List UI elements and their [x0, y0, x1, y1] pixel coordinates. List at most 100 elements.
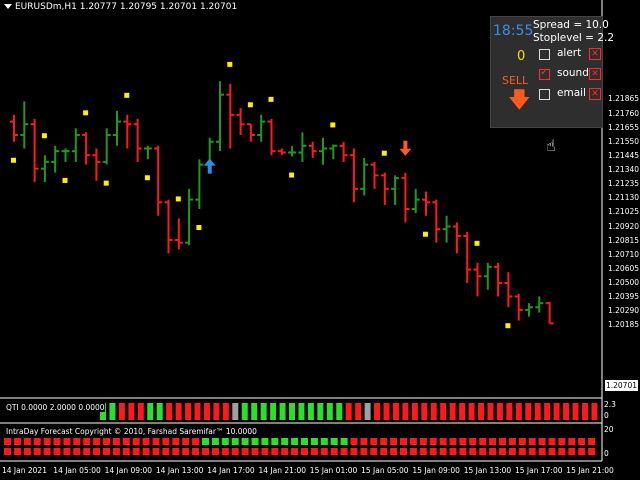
indicator2-bars [4, 438, 596, 455]
indicator2-block-top [578, 438, 586, 445]
indicator2-block-top [261, 438, 269, 445]
ohlc-bar [236, 108, 245, 136]
indicator2-block-top [538, 438, 546, 445]
indicator2-block-bottom [63, 448, 71, 455]
indicator1-block [544, 403, 551, 420]
indicator2-block-bottom [241, 448, 249, 455]
price-tick-label: 1.21340 [608, 165, 640, 174]
indicator1-block [468, 403, 475, 420]
indicator2-block-bottom [4, 448, 11, 455]
trade-panel: 18:55 Spread = 10.0 Stoplevel = 2.2 0 SE… [490, 16, 614, 128]
indicator2-block-bottom [489, 448, 497, 455]
alert-checkbox[interactable] [539, 49, 550, 60]
ohlc-bar [452, 222, 461, 254]
indicator2-block-top [528, 438, 536, 445]
indicator1-block [203, 403, 210, 420]
indicator2-block-top [409, 438, 417, 445]
indicator2-block-top [558, 438, 566, 445]
email-checkbox[interactable] [539, 89, 550, 100]
indicator1-block [241, 403, 248, 420]
time-tick-label: 14 Jan 09:00 [104, 466, 153, 475]
option-email[interactable]: email ✕ [539, 87, 601, 101]
indicator2-block-top [518, 438, 526, 445]
ohlc-bar [113, 110, 121, 146]
indicator2-block-top [43, 438, 51, 445]
ohlc-bar [195, 159, 204, 210]
indicator2-block-bottom [548, 448, 556, 455]
indicator2-block-bottom [429, 448, 437, 455]
option-alert[interactable]: alert ✕ [539, 47, 601, 61]
indicator2-block-bottom [103, 448, 110, 455]
ohlc-bar [226, 83, 235, 149]
option-sound[interactable]: sound ✕ [539, 67, 601, 81]
sound-close-icon[interactable]: ✕ [589, 68, 601, 80]
price-tick-label: 1.20920 [608, 221, 640, 231]
indicator1-block [307, 403, 314, 420]
time-tick-label: 14 Jan 05:00 [53, 466, 101, 475]
indicator2-block-bottom [261, 448, 269, 455]
indicator2-block-bottom [23, 448, 31, 455]
alert-label: alert [557, 47, 582, 59]
ohlc-bar [432, 199, 441, 243]
indicator2-block-bottom [370, 448, 378, 455]
ohlc-bar [102, 128, 111, 165]
hand-pointer-icon: ☝ [546, 136, 556, 155]
indicator1-block [355, 403, 362, 420]
indicator2-block-bottom [73, 448, 81, 455]
indicator2-block-bottom [33, 448, 41, 455]
ohlc-bar [308, 141, 317, 158]
indicator2-block-bottom [172, 448, 180, 455]
indicator1-block [506, 403, 513, 420]
indicator2-block-bottom [578, 448, 586, 455]
indicator1-block [392, 403, 399, 420]
alert-close-icon[interactable]: ✕ [589, 48, 601, 60]
indicator2-block-bottom [142, 448, 150, 455]
ohlc-bar [442, 215, 451, 243]
price-tick-label: 1.21760 [608, 108, 640, 118]
ohlc-bar [51, 145, 60, 173]
dropdown-triangle-icon[interactable] [4, 4, 12, 9]
price-tick-label: 1.20605 [608, 263, 640, 273]
indicator2-block-bottom [568, 448, 576, 455]
email-close-icon[interactable]: ✕ [589, 88, 601, 100]
indicator2-block-bottom [479, 448, 487, 455]
indicator2-block-bottom [459, 448, 467, 455]
indicator1-block [326, 403, 333, 420]
price-tick-label: 1.21445 [608, 150, 640, 160]
indicator1-block [317, 403, 324, 420]
price-tick-label: 1.20500 [608, 278, 640, 287]
indicator1-block [289, 403, 295, 420]
indicator2-block-top [380, 438, 388, 445]
time-tick-label: 15 Jan 05:00 [361, 466, 409, 475]
indicator2-block-top [400, 438, 407, 445]
indicator1-block [345, 403, 352, 420]
ohlc-bar [349, 148, 358, 203]
marker-high [381, 150, 387, 156]
sound-checkbox[interactable] [539, 67, 550, 80]
ohlc-bar [463, 231, 472, 283]
indicator2-block-bottom [340, 448, 348, 455]
indicator1-block [563, 403, 570, 420]
indicator1-block [194, 403, 201, 420]
ohlc-bar [411, 188, 420, 214]
indicator2-block-top [192, 438, 200, 445]
time-tick-label: 15 Jan 09:00 [412, 466, 460, 475]
indicator2-block-bottom [499, 448, 506, 455]
indicator2-block-bottom [350, 448, 358, 455]
indicator2-block-bottom [390, 448, 398, 455]
panel-time: 18:55 [493, 23, 534, 39]
indicator2-block-bottom [419, 448, 427, 455]
email-label: email [557, 87, 586, 99]
indicator2-block-top [23, 438, 31, 445]
indicator2-block-bottom [518, 448, 526, 455]
signal-markers [11, 61, 511, 329]
time-tick-label: 14 Jan 21:00 [258, 466, 307, 475]
time-tick-label: 14 Jan 13:00 [155, 466, 204, 475]
marker-low [103, 180, 109, 186]
indicator1-block [591, 403, 598, 420]
indicator1-block [251, 403, 258, 420]
indicator1-block [147, 403, 154, 420]
indicator2-block-top [251, 438, 259, 445]
indicator1-block [572, 403, 579, 420]
indicator2-block-bottom [449, 448, 457, 455]
